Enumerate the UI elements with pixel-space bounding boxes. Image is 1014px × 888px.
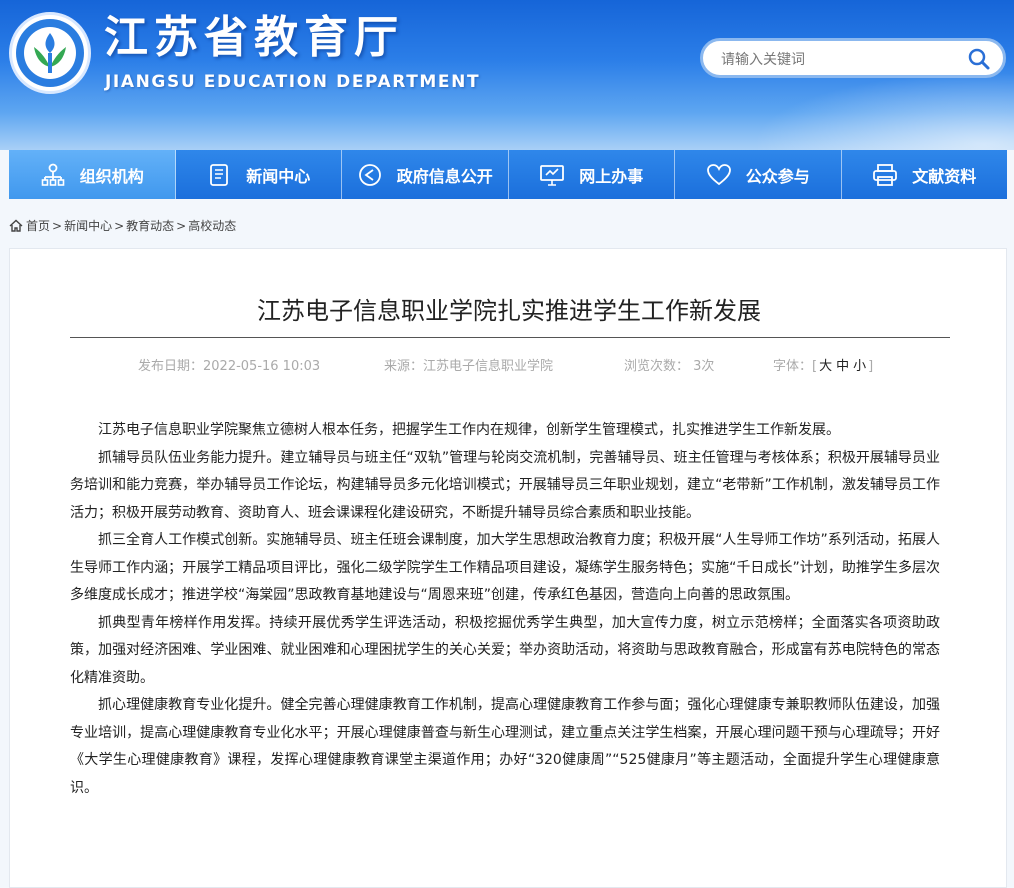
share-icon bbox=[358, 163, 381, 186]
printer-icon bbox=[873, 163, 898, 186]
nav-item-literature[interactable]: 文献资料 bbox=[841, 150, 1007, 199]
nav-label: 网上办事 bbox=[579, 166, 644, 186]
breadcrumb-separator: > bbox=[114, 218, 125, 233]
font-size-label: 字体： bbox=[773, 359, 813, 374]
nav-item-organization[interactable]: 组织机构 bbox=[9, 150, 176, 199]
font-size-small[interactable]: 小 bbox=[853, 359, 866, 374]
font-size-medium[interactable]: 中 bbox=[836, 359, 849, 374]
site-subtitle: JIANGSU EDUCATION DEPARTMENT bbox=[105, 72, 481, 92]
font-size-switcher: 字体：[大中小] bbox=[773, 359, 874, 374]
search-icon[interactable] bbox=[967, 47, 991, 71]
main-nav: 组织机构 新闻中心 政府信息公开 网上办事 公众参与 文献资料 bbox=[9, 150, 1007, 199]
nav-item-online-service[interactable]: 网上办事 bbox=[508, 150, 675, 199]
article-panel: 江苏电子信息职业学院扎实推进学生工作新发展 发布日期：2022-05-16 10… bbox=[9, 248, 1007, 888]
breadcrumb-news-center[interactable]: 新闻中心 bbox=[64, 217, 112, 234]
site-header: 江苏省教育厅 JIANGSU EDUCATION DEPARTMENT bbox=[0, 0, 1014, 150]
breadcrumb-separator: > bbox=[52, 218, 63, 233]
article-paragraph: 抓典型青年榜样作用发挥。持续开展优秀学生评选活动，积极挖掘优秀学生典型，加大宣传… bbox=[70, 614, 940, 686]
site-logo[interactable] bbox=[9, 12, 91, 94]
font-size-large[interactable]: 大 bbox=[819, 359, 832, 374]
nav-label: 文献资料 bbox=[912, 166, 977, 186]
breadcrumb: 首页 > 新闻中心 > 教育动态 > 高校动态 bbox=[9, 217, 236, 234]
breadcrumb-separator: > bbox=[176, 218, 187, 233]
heart-icon bbox=[706, 163, 731, 185]
search-input[interactable] bbox=[719, 49, 963, 71]
nav-item-public-participation[interactable]: 公众参与 bbox=[675, 150, 842, 199]
article-paragraph: 江苏电子信息职业学院聚焦立德树人根本任务，把握学生工作内在规律，创新学生管理模式… bbox=[98, 422, 840, 438]
home-icon bbox=[9, 219, 23, 232]
monitor-icon bbox=[540, 164, 565, 186]
view-count: 浏览次数： 3次 bbox=[624, 359, 715, 374]
nav-label: 政府信息公开 bbox=[396, 166, 493, 186]
document-icon bbox=[210, 163, 229, 186]
org-chart-icon bbox=[41, 163, 65, 186]
nav-label: 组织机构 bbox=[79, 166, 144, 186]
article-body: 江苏电子信息职业学院聚焦立德树人根本任务，把握学生工作内在规律，创新学生管理模式… bbox=[70, 417, 940, 802]
nav-label: 公众参与 bbox=[745, 166, 810, 186]
title-divider bbox=[70, 337, 950, 338]
article-paragraph: 抓三全育人工作模式创新。实施辅导员、班主任班会课制度，加大学生思想政治教育力度；… bbox=[70, 532, 940, 603]
breadcrumb-home[interactable]: 首页 bbox=[26, 217, 50, 234]
article-source: 来源：江苏电子信息职业学院 bbox=[384, 359, 554, 374]
nav-item-gov-info[interactable]: 政府信息公开 bbox=[342, 150, 509, 199]
nav-item-news[interactable]: 新闻中心 bbox=[175, 150, 342, 199]
article-paragraph: 抓辅导员队伍业务能力提升。建立辅导员与班主任“双轨”管理与轮岗交流机制，完善辅导… bbox=[70, 449, 940, 521]
breadcrumb-education-news[interactable]: 教育动态 bbox=[126, 217, 174, 234]
nav-label: 新闻中心 bbox=[246, 166, 311, 186]
site-title: 江苏省教育厅 bbox=[104, 12, 404, 63]
breadcrumb-university-news[interactable]: 高校动态 bbox=[188, 217, 236, 234]
education-emblem-icon bbox=[16, 19, 84, 87]
publish-date: 发布日期：2022-05-16 10:03 bbox=[138, 359, 321, 374]
article-paragraph: 抓心理健康教育专业化提升。健全完善心理健康教育工作机制，提高心理健康教育工作参与… bbox=[70, 697, 940, 796]
article-title: 江苏电子信息职业学院扎实推进学生工作新发展 bbox=[257, 297, 761, 325]
search-box bbox=[700, 38, 1006, 78]
